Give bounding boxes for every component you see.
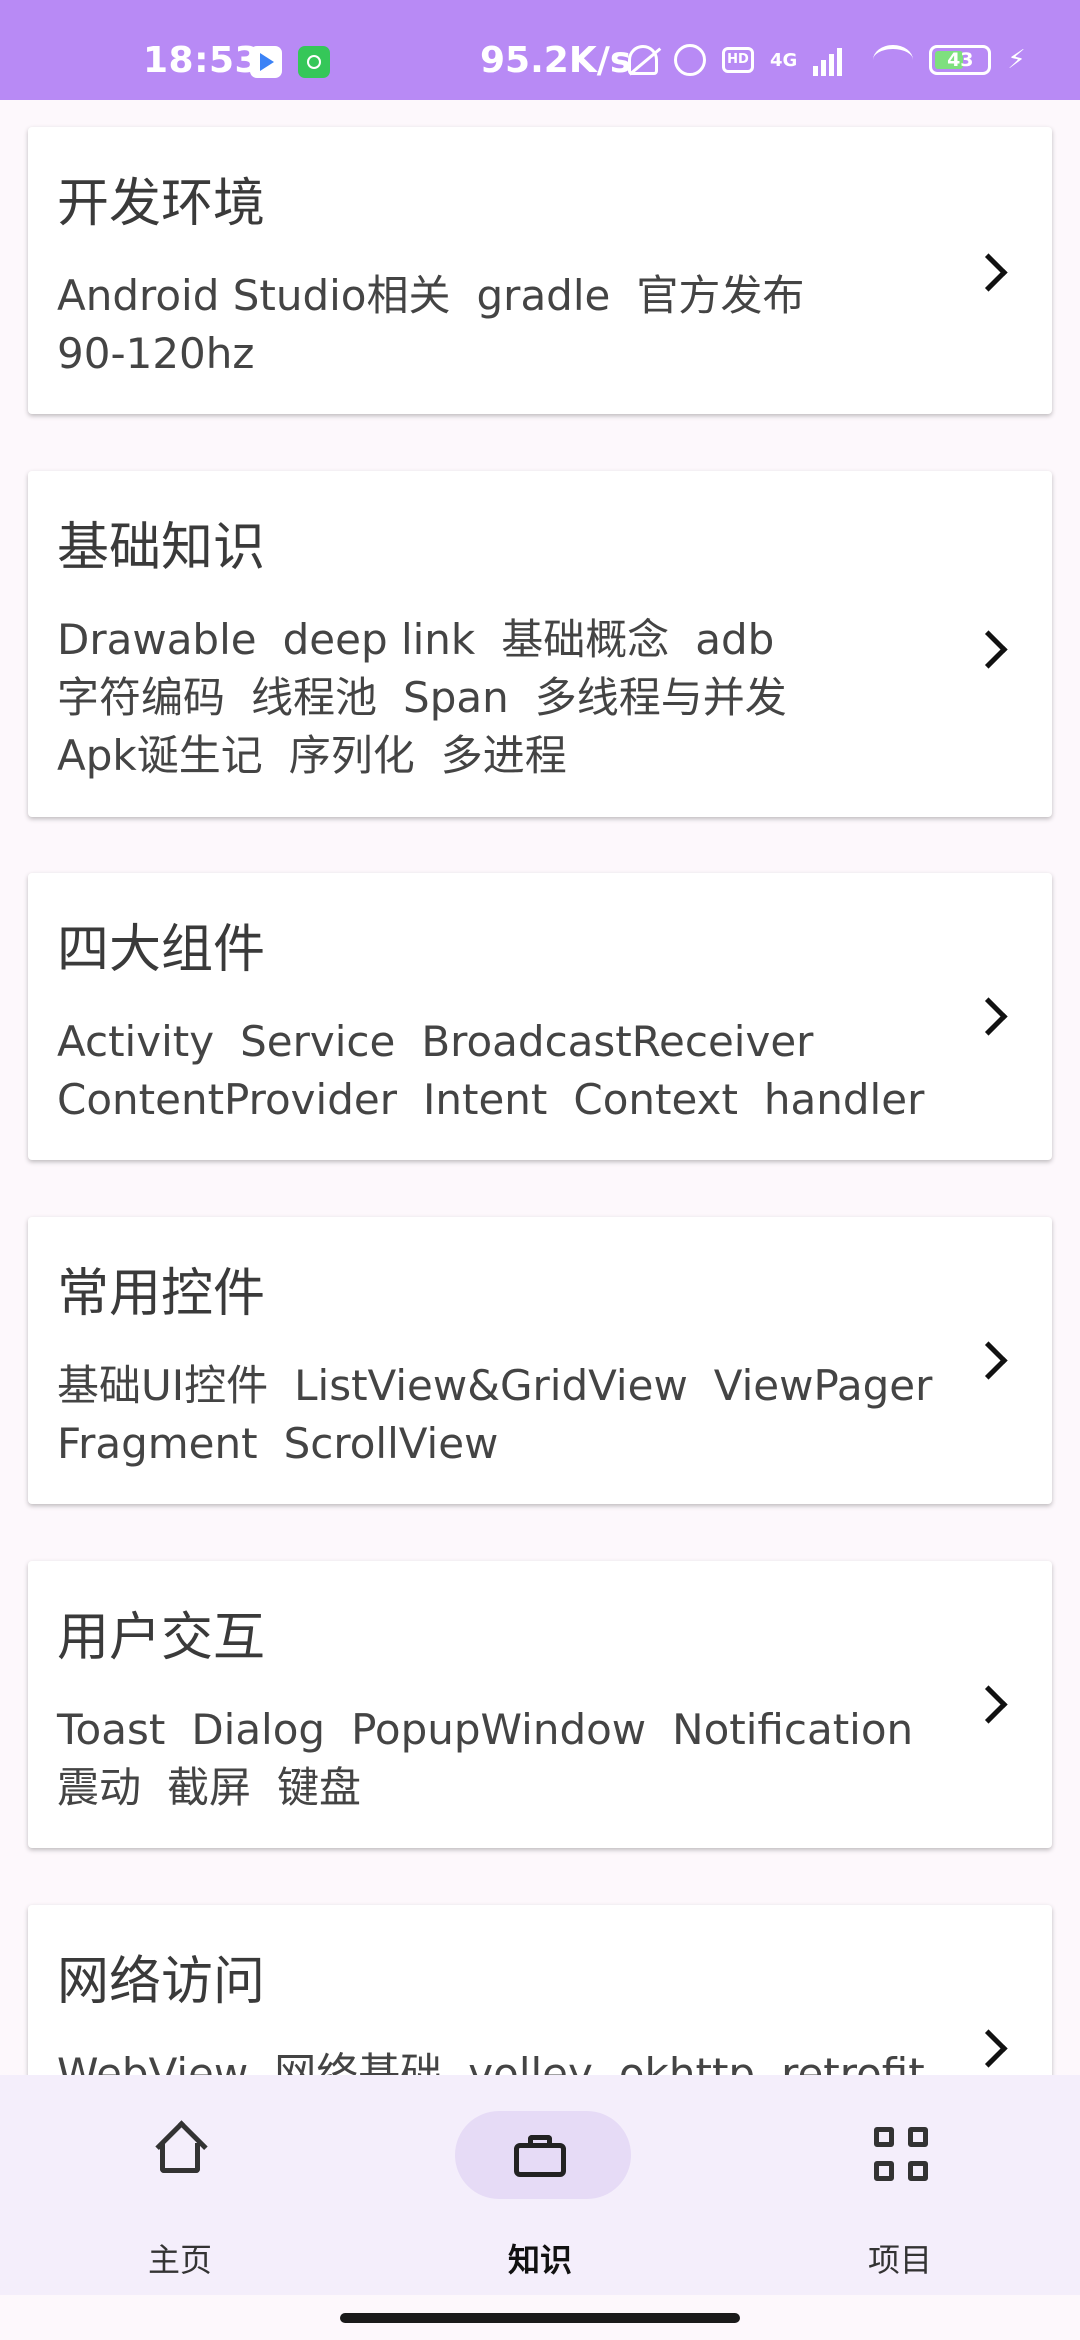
knowledge-card[interactable]: 网络访问 WebView 网络基础 volley okhttp retrofit [28, 1905, 1052, 2075]
mute-bell-icon [628, 45, 658, 75]
nav-label: 主页 [147, 2241, 212, 2279]
tag: Apk诞生记 [57, 731, 263, 780]
tag: Dialog [191, 1705, 326, 1754]
tag: 基础概念 [501, 615, 670, 664]
tag: okhttp [618, 2049, 756, 2075]
card-title: 用户交互 [57, 1608, 266, 1668]
card-tags: Toast Dialog PopupWindow Notification 震动 截屏 键盘 [57, 1701, 977, 1817]
tag: BroadcastReceiver [421, 1017, 814, 1066]
tag: 线程池 [251, 673, 378, 722]
network-type: 4G [770, 49, 798, 71]
tag: Intent [422, 1075, 548, 1124]
tag: gradle [476, 271, 611, 320]
nav-item-home[interactable]: 主页 [0, 2075, 360, 2295]
tag: Fragment [57, 1419, 258, 1468]
knowledge-card[interactable]: 开发环境 Android Studio相关 gradle 官方发布 90-120hz [28, 127, 1052, 414]
charging-icon: ⚡ [1007, 45, 1026, 75]
tag: 官方发布 [636, 271, 805, 320]
card-title: 基础知识 [57, 518, 266, 578]
tag: Span [403, 673, 509, 722]
status-bar: 18:53 95.2K/s HD 4G 43 ⚡ [0, 0, 1080, 100]
tag: Toast [57, 1705, 166, 1754]
status-icons: HD 4G 43 ⚡ [628, 44, 1026, 76]
card-title: 开发环境 [57, 174, 266, 234]
app-notification-icon [298, 46, 330, 78]
tag: 震动 [57, 1763, 142, 1812]
tag: 90-120hz [57, 329, 255, 378]
gesture-bar[interactable] [340, 2313, 740, 2323]
wifi-icon [873, 45, 914, 75]
bottom-navigation: 主页 知识 项目 [0, 2075, 1080, 2295]
tag: Android Studio相关 [57, 271, 451, 320]
tag: Activity [57, 1017, 215, 1066]
card-tags: Drawable deep link 基础概念 adb 字符编码 线程池 Span 多线程与并… [57, 611, 977, 785]
tag: Notification [672, 1705, 914, 1754]
tag: 键盘 [277, 1763, 362, 1812]
signal-icon [813, 44, 857, 76]
card-title: 四大组件 [57, 920, 266, 980]
tag: ViewPager [713, 1361, 933, 1410]
tag: 多进程 [440, 731, 567, 780]
knowledge-card[interactable]: 四大组件 Activity Service BroadcastReceiver Con… [28, 873, 1052, 1160]
knowledge-list[interactable]: 开发环境 Android Studio相关 gradle 官方发布 90-120hz … [0, 100, 1080, 2075]
tag: volley [468, 2049, 593, 2075]
tag: 序列化 [288, 731, 415, 780]
status-time: 18:53 [143, 40, 261, 81]
tag: Drawable [57, 615, 257, 664]
card-tags: Android Studio相关 gradle 官方发布 90-120hz [57, 267, 977, 383]
tag: ListView&GridView [294, 1361, 688, 1410]
knowledge-card[interactable]: 基础知识 Drawable deep link 基础概念 adb 字符编码 线程池 Span… [28, 471, 1052, 817]
tag: ScrollView [283, 1419, 499, 1468]
play-store-notification-icon [250, 46, 282, 78]
tag: retrofit [781, 2049, 925, 2075]
tag: adb [695, 615, 775, 664]
tag: 多线程与并发 [534, 673, 787, 722]
tag: 字符编码 [57, 673, 226, 722]
tag: 基础UI控件 [57, 1361, 269, 1410]
tag: 网络基础 [274, 2049, 443, 2075]
tag: WebView [57, 2049, 249, 2075]
tag: handler [763, 1075, 925, 1124]
nav-label: 知识 [507, 2241, 572, 2279]
briefcase-icon [514, 2135, 566, 2177]
card-tags: Activity Service BroadcastReceiver ContentP… [57, 1013, 977, 1129]
grid-icon [874, 2127, 930, 2183]
tag: PopupWindow [351, 1705, 647, 1754]
knowledge-card[interactable]: 常用控件 基础UI控件 ListView&GridView ViewPager Fra… [28, 1217, 1052, 1504]
nav-item-projects[interactable]: 项目 [720, 2075, 1080, 2295]
nav-label: 项目 [867, 2241, 932, 2279]
knowledge-card[interactable]: 用户交互 Toast Dialog PopupWindow Notification 震… [28, 1561, 1052, 1848]
battery-level: 43 [947, 49, 974, 71]
battery-icon: 43 [929, 45, 992, 75]
hd-icon: HD [722, 47, 754, 73]
card-title: 网络访问 [57, 1952, 266, 2012]
tag: deep link [282, 615, 476, 664]
alarm-icon [674, 44, 706, 76]
card-tags: 基础UI控件 ListView&GridView ViewPager Fragment… [57, 1357, 977, 1473]
home-icon [156, 2125, 204, 2175]
tag: 截屏 [167, 1763, 252, 1812]
card-title: 常用控件 [57, 1264, 266, 1324]
tag: Service [240, 1017, 396, 1066]
tag: Context [573, 1075, 738, 1124]
network-speed: 95.2K/s [480, 40, 632, 81]
tag: ContentProvider [57, 1075, 397, 1124]
nav-item-knowledge[interactable]: 知识 [360, 2075, 720, 2295]
card-tags: WebView 网络基础 volley okhttp retrofit [57, 2045, 977, 2075]
